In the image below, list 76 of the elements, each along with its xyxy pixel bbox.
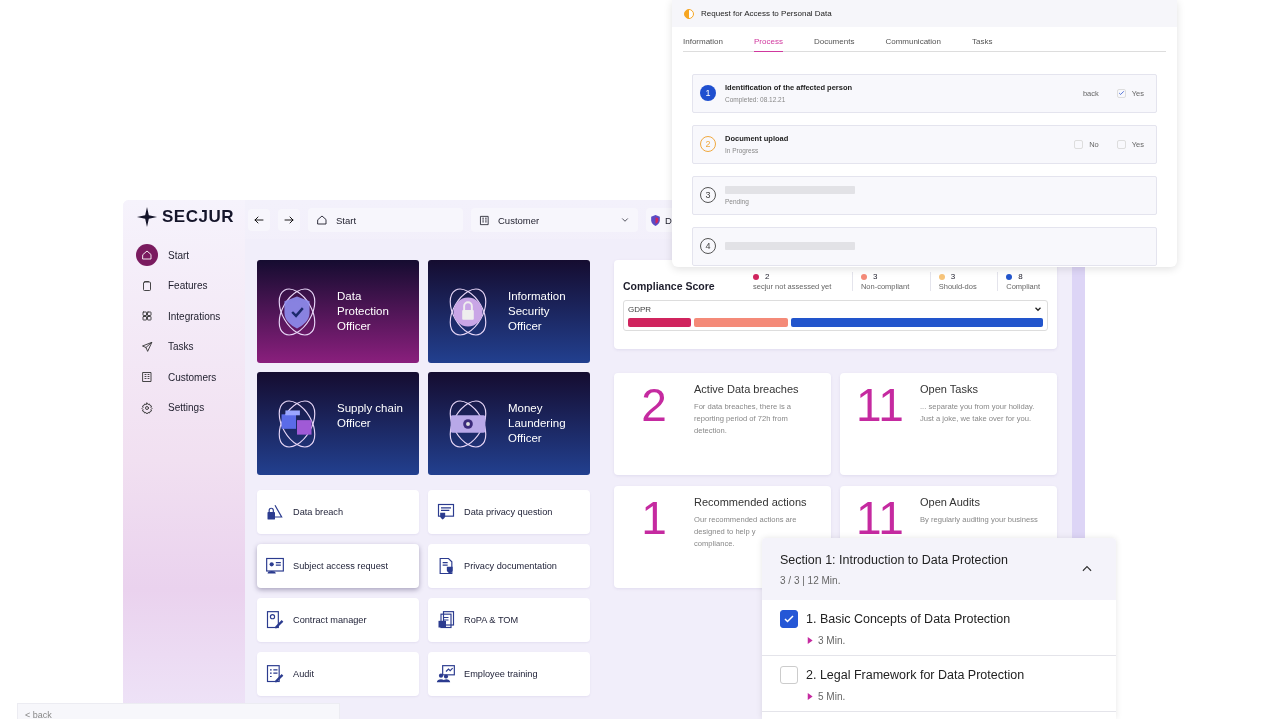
lesson-duration: 3 Min. — [818, 635, 846, 646]
checklist-pen-icon — [265, 664, 285, 684]
chevron-down-icon — [620, 215, 630, 225]
action-tile[interactable]: Audit — [257, 652, 419, 696]
people-board-icon — [436, 664, 456, 684]
panel-title: Request for Access to Personal Data — [701, 9, 832, 18]
legend-count: 3 — [950, 272, 956, 281]
stat-number: 11 — [856, 385, 904, 425]
arrow-left-icon — [253, 214, 265, 226]
logo-wordmark: SECJUR — [162, 207, 234, 227]
stat-title: Recommended actions — [694, 496, 808, 508]
step-number: 1 — [700, 85, 716, 101]
stat-number: 1 — [641, 498, 667, 538]
documents-icon — [436, 610, 456, 630]
action-tile[interactable]: Privacy documentation — [428, 544, 590, 588]
building-icon — [479, 214, 490, 226]
action-tile[interactable]: Data privacy question — [428, 490, 590, 534]
home-icon — [316, 214, 328, 226]
nav-item[interactable]: Start — [136, 244, 236, 267]
half-circle-icon — [683, 7, 695, 20]
card-title: Compliance Score — [623, 280, 716, 292]
grid-icon — [141, 310, 153, 323]
play-icon — [806, 636, 813, 645]
role-tile[interactable]: Data Protection Officer — [257, 260, 419, 363]
lock-warning-icon — [265, 502, 285, 522]
legend-count: 2 — [765, 272, 770, 281]
lesson-duration: 5 Min. — [818, 691, 846, 702]
role-tile[interactable]: Information Security Officer — [428, 260, 590, 363]
checkmark-icon — [783, 613, 795, 625]
lesson-title: 1. Basic Concepts of Data Protection — [806, 612, 1011, 626]
nav-item[interactable]: Customers — [136, 366, 236, 389]
legend-count: 3 — [872, 272, 878, 281]
nav-item[interactable]: Features — [136, 274, 236, 297]
logo-star-icon — [136, 206, 158, 228]
tab[interactable]: Process — [754, 35, 783, 52]
stat-title: Active Data breaches — [694, 383, 800, 395]
tab[interactable]: Communication — [885, 35, 941, 52]
stat-title: Open Tasks — [920, 383, 979, 395]
action-tile[interactable]: Employee training — [428, 652, 590, 696]
stat-title: Open Audits — [920, 496, 981, 508]
clipboard-icon — [141, 279, 153, 292]
action-tile[interactable]: Data breach — [257, 490, 419, 534]
home-icon — [141, 249, 153, 262]
legend-count: 8 — [1018, 272, 1023, 281]
stat-number: 2 — [641, 385, 667, 425]
lesson-title: 2. Legal Framework for Data Protection — [806, 668, 1025, 682]
lesson-checkbox[interactable] — [780, 610, 798, 628]
action-tile[interactable]: Subject access request — [257, 544, 419, 588]
nav-item[interactable]: Integrations — [136, 305, 236, 328]
settings-icon — [141, 401, 153, 414]
action-tile[interactable]: Contract manager — [257, 598, 419, 642]
building-icon — [141, 371, 153, 384]
checkmark-icon — [1117, 89, 1125, 97]
role-tile[interactable]: Money Laundering Officer — [428, 372, 590, 475]
person-card-icon — [265, 556, 285, 576]
shield-icon — [649, 213, 662, 227]
location-field[interactable]: Start — [308, 208, 463, 232]
action-tile[interactable]: RoPA & TOM — [428, 598, 590, 642]
arrow-right-icon — [283, 214, 295, 226]
stat-number: 11 — [856, 498, 904, 538]
back-link[interactable]: < back — [18, 708, 52, 719]
role-tile[interactable]: Supply chain Officer — [257, 372, 419, 475]
tab[interactable]: Tasks — [972, 35, 993, 52]
back-button[interactable] — [248, 209, 270, 231]
certificate-pen-icon — [265, 610, 285, 630]
customer-dropdown[interactable]: Customer — [471, 208, 638, 232]
paper-plane-icon — [141, 340, 153, 353]
nav-item[interactable]: Settings — [136, 396, 236, 419]
section-header[interactable]: Section 1: Introduction to Data Protection 3 / 3 | 12 Min. — [762, 538, 1116, 600]
nav-item[interactable]: Tasks — [136, 335, 236, 358]
tab[interactable]: Documents — [813, 35, 855, 52]
framework-dropdown[interactable]: GDPR — [623, 300, 1048, 331]
forward-button[interactable] — [278, 209, 300, 231]
play-icon — [806, 692, 813, 701]
tab[interactable]: Information — [683, 35, 724, 52]
document-shield-icon — [436, 502, 456, 522]
